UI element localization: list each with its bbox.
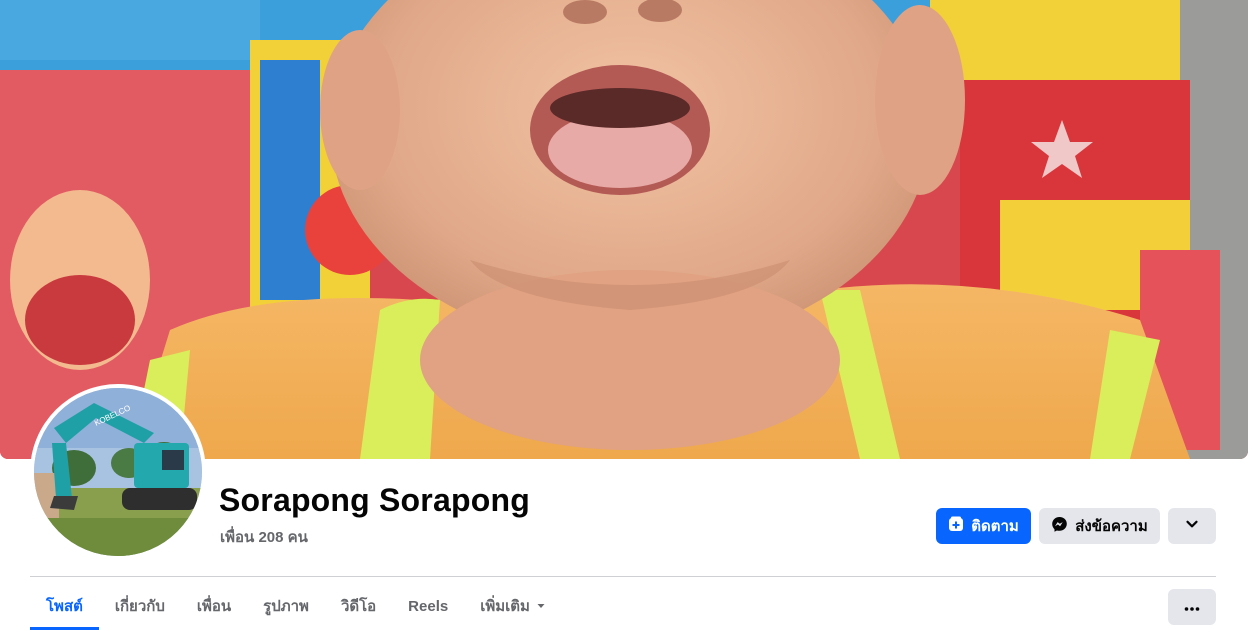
follow-button[interactable]: ติดตาม <box>936 508 1031 544</box>
message-button[interactable]: ส่งข้อความ <box>1039 508 1160 544</box>
avatar-image: KOBELCO <box>34 388 202 556</box>
tab-label: Reels <box>408 597 449 615</box>
profile-tabs: โพสต์ เกี่ยวกับ เพื่อน รูปภาพ วิดีโอ Ree… <box>30 585 562 630</box>
profile-avatar[interactable]: KOBELCO <box>30 384 206 560</box>
profile-divider <box>30 576 1216 577</box>
page-edge <box>1248 0 1260 627</box>
tab-posts[interactable]: โพสต์ <box>30 585 99 630</box>
tab-overflow-button[interactable] <box>1168 589 1216 625</box>
tab-reels[interactable]: Reels <box>392 585 464 627</box>
tab-videos[interactable]: วิดีโอ <box>325 585 392 627</box>
tab-about[interactable]: เกี่ยวกับ <box>99 585 181 627</box>
friends-count-link[interactable]: เพื่อน 208 คน <box>220 525 308 549</box>
caret-down-icon <box>536 598 546 615</box>
messenger-icon <box>1051 516 1068 537</box>
tab-friends[interactable]: เพื่อน <box>181 585 247 627</box>
tab-label: เกี่ยวกับ <box>114 598 165 615</box>
tab-label: เพื่อน <box>196 598 232 615</box>
tab-label: วิดีโอ <box>340 598 377 615</box>
tab-label: รูปภาพ <box>263 598 309 615</box>
message-button-label: ส่งข้อความ <box>1075 518 1148 535</box>
follow-button-label: ติดตาม <box>971 518 1019 535</box>
more-actions-button[interactable] <box>1168 508 1216 544</box>
tab-more[interactable]: เพิ่มเติม <box>464 585 562 627</box>
chevron-down-icon <box>1185 517 1199 535</box>
cover-photo[interactable] <box>0 0 1248 459</box>
tab-label: เพิ่มเติม <box>480 598 530 615</box>
profile-name: Sorapong Sorapong <box>219 482 530 518</box>
tab-label: โพสต์ <box>46 598 83 615</box>
tab-photos[interactable]: รูปภาพ <box>247 585 325 627</box>
user-plus-icon <box>948 516 964 536</box>
more-dots-icon <box>1184 598 1200 616</box>
